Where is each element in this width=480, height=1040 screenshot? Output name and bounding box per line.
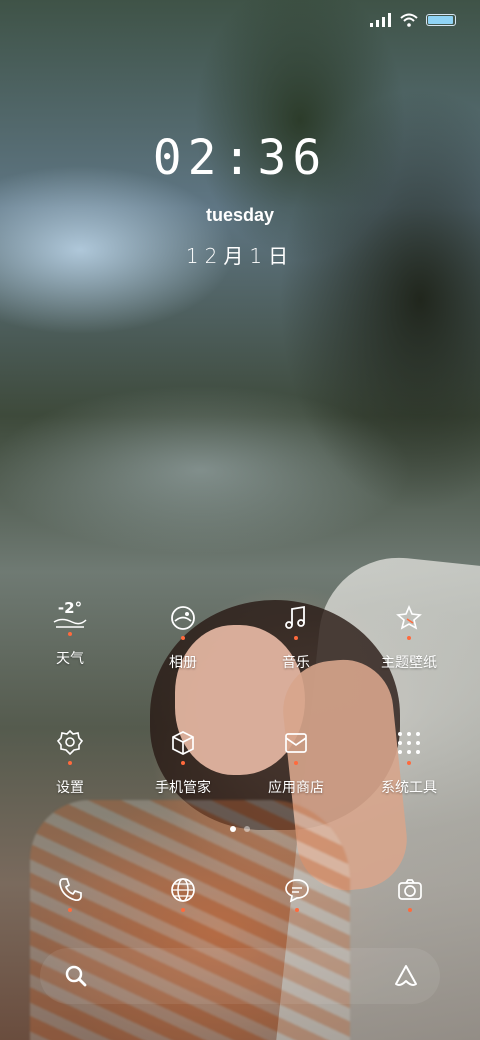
app-label: 设置 — [56, 780, 84, 796]
app-label: 系统工具 — [381, 780, 437, 796]
app-label: 音乐 — [282, 655, 310, 671]
app-label: 天气 — [56, 651, 84, 667]
weather-icon — [53, 618, 87, 628]
app-gallery[interactable]: 相册 — [128, 604, 238, 672]
notification-dot — [407, 761, 411, 765]
music-icon — [285, 605, 305, 629]
app-label: 主题壁纸 — [381, 655, 437, 671]
notification-dot — [294, 636, 298, 640]
app-settings[interactable]: 设置 — [15, 729, 125, 797]
page-dot-active — [230, 826, 236, 832]
signal-icon — [370, 13, 391, 27]
phone-icon — [59, 878, 82, 902]
phone-manager-icon — [172, 731, 194, 755]
notification-dot — [407, 636, 411, 640]
wifi-icon — [400, 13, 418, 27]
app-theme[interactable]: 主题壁纸 — [354, 604, 464, 672]
battery-icon — [426, 14, 456, 26]
notification-dot — [68, 908, 72, 912]
app-label: 应用商店 — [268, 780, 324, 796]
browser-icon — [171, 878, 195, 902]
page-dot — [244, 826, 250, 832]
notification-dot — [294, 761, 298, 765]
dock-camera[interactable] — [380, 876, 440, 912]
search-bar[interactable] — [40, 948, 440, 1004]
notification-dot — [181, 636, 185, 640]
dock-messages[interactable] — [267, 876, 327, 912]
battery-level — [428, 16, 453, 24]
notification-dot — [181, 908, 185, 912]
assistant-icon[interactable] — [392, 962, 420, 990]
lockscreen-clock: 02:36 — [152, 130, 328, 186]
camera-icon — [398, 879, 422, 900]
page-indicator — [0, 826, 480, 832]
app-label: 手机管家 — [155, 780, 211, 796]
messages-icon — [285, 879, 309, 903]
notification-dot — [295, 908, 299, 912]
app-phone-manager[interactable]: 手机管家 — [128, 729, 238, 797]
search-icon[interactable] — [62, 962, 90, 990]
day-of-week: tuesday — [205, 205, 275, 225]
status-bar — [370, 10, 456, 30]
app-weather[interactable]: -2° 天气 — [15, 600, 125, 668]
date-label: 12月1日 — [185, 244, 295, 268]
app-label: 相册 — [169, 655, 197, 671]
gallery-icon — [171, 606, 195, 630]
notification-dot — [68, 761, 72, 765]
notification-dot — [181, 761, 185, 765]
app-system-tools-folder[interactable]: 系统工具 — [354, 729, 464, 797]
dock-phone[interactable] — [40, 876, 100, 912]
settings-icon — [56, 729, 84, 756]
dock-browser[interactable] — [153, 876, 213, 912]
notification-dot — [408, 908, 412, 912]
system-tools-icon — [398, 732, 420, 754]
weather-temperature: -2° — [57, 599, 83, 617]
app-music[interactable]: 音乐 — [241, 604, 351, 672]
app-store-icon — [285, 733, 307, 753]
notification-dot — [68, 632, 72, 636]
theme-icon — [396, 604, 422, 630]
app-store[interactable]: 应用商店 — [241, 729, 351, 797]
